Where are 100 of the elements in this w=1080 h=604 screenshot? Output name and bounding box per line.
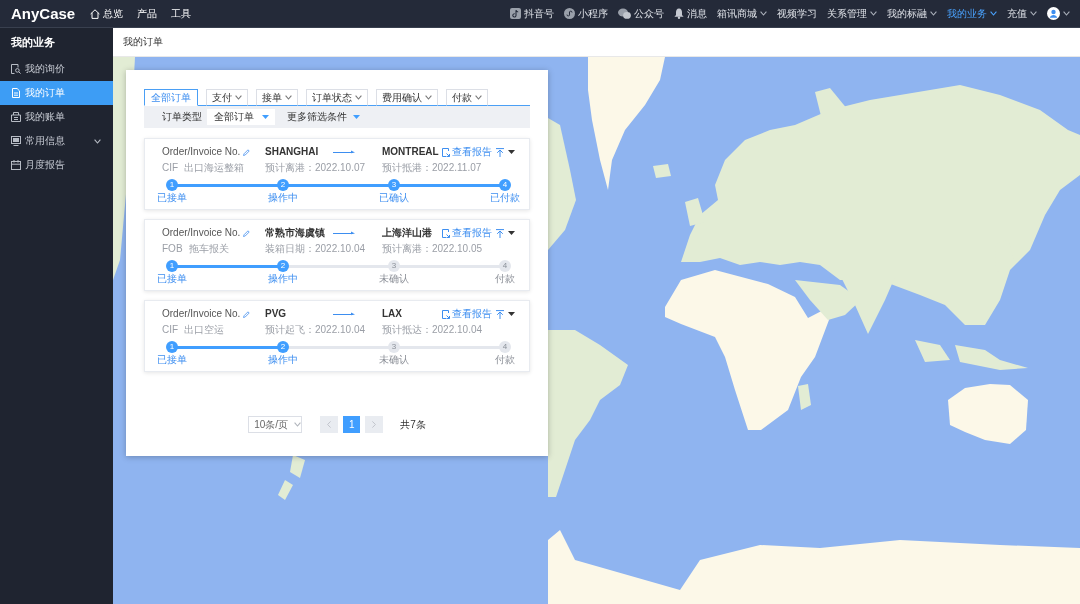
step-number: 3: [388, 260, 400, 272]
nav-link[interactable]: 总览: [83, 6, 131, 21]
sidebar-item[interactable]: 我的询价: [0, 57, 113, 81]
menu-link[interactable]: 充值: [1007, 6, 1037, 21]
arrow-icon: [333, 231, 355, 235]
arrow-to-top-icon: [496, 309, 504, 319]
date-text: 预计离港：2022.10.07: [265, 162, 367, 174]
trade-terms: CIF: [162, 162, 179, 174]
destination-text: 上海洋山港: [382, 227, 432, 239]
step-label: 已接单: [157, 273, 187, 285]
step-label: 操作中: [268, 354, 298, 366]
filter-tab[interactable]: 订单状态: [306, 89, 368, 106]
more-filters-button[interactable]: 更多筛选条件: [287, 110, 360, 124]
caret-down-icon: [353, 115, 360, 119]
date-text: 装箱日期：2022.10.04: [265, 243, 367, 255]
view-report-link[interactable]: 查看报告: [442, 227, 492, 239]
destination-text: MONTREAL: [382, 146, 439, 158]
step-number: 4: [499, 341, 511, 353]
more-button[interactable]: [508, 150, 515, 154]
edit-button[interactable]: [243, 229, 251, 237]
account-button[interactable]: [1047, 7, 1070, 20]
caret-down-icon: [508, 231, 515, 235]
service-type: 拖车报关: [188, 243, 229, 255]
filter-tab[interactable]: 费用确认: [376, 89, 438, 106]
menu-link[interactable]: 我的标融: [887, 6, 937, 21]
quick-link[interactable]: 消息: [674, 6, 707, 21]
home-icon: [90, 8, 101, 19]
date-text: 预计离港：2022.10.05: [382, 243, 484, 255]
step-label: 未确认: [379, 273, 409, 285]
step-number: 1: [166, 179, 178, 191]
more-button[interactable]: [508, 312, 515, 316]
filter-tab[interactable]: 支付: [206, 89, 248, 106]
order-number-label: Order/Invoice No.: [162, 146, 241, 158]
arrow-icon: [333, 150, 355, 154]
filter-tab[interactable]: 接单: [256, 89, 298, 106]
chat-bubbles-icon: [618, 8, 631, 19]
nav-link[interactable]: 产品: [130, 6, 165, 21]
destination-text: LAX: [382, 308, 402, 320]
monitor-icon: [11, 136, 21, 146]
bell-icon: [674, 8, 684, 19]
step-number: 3: [388, 179, 400, 191]
nav-link[interactable]: 工具: [164, 6, 199, 21]
date-text: 预计抵港：2022.11.07: [382, 162, 483, 174]
menu-link[interactable]: 视频学习: [777, 6, 817, 21]
menu-link[interactable]: 关系管理: [827, 6, 877, 21]
trade-terms: CIF: [162, 324, 179, 336]
date-text: 预计起飞：2022.10.04: [265, 324, 367, 336]
quick-link[interactable]: 小程序: [564, 6, 608, 21]
step-number: 3: [388, 341, 400, 353]
step-number: 2: [277, 341, 289, 353]
origin-text: SHANGHAI: [265, 146, 319, 158]
menu-link[interactable]: 我的业务: [947, 6, 997, 21]
arrow-to-top-icon: [496, 228, 504, 238]
link-circle-icon: [564, 8, 575, 19]
caret-down-icon: [262, 115, 269, 119]
pencil-icon: [243, 229, 251, 237]
quick-link[interactable]: 抖音号: [510, 6, 554, 21]
step-label: 已接单: [157, 192, 187, 204]
step-label: 已付款: [490, 192, 520, 204]
music-note-icon: [510, 8, 521, 19]
view-report-link[interactable]: 查看报告: [442, 308, 492, 320]
service-type: 出口空运: [184, 324, 225, 336]
order-number-label: Order/Invoice No.: [162, 227, 241, 239]
view-report-link[interactable]: 查看报告: [442, 146, 492, 158]
sidebar-item[interactable]: 我的账单: [0, 105, 113, 129]
filter-tab[interactable]: 全部订单: [144, 89, 198, 106]
more-button[interactable]: [508, 231, 515, 235]
pencil-icon: [243, 310, 251, 318]
arrow-icon: [333, 312, 355, 316]
chevron-left-icon: [327, 421, 332, 428]
origin-text: 常熟市海虞镇: [265, 227, 325, 239]
caret-down-icon: [508, 150, 515, 154]
step-label: 操作中: [268, 273, 298, 285]
step-label: 已确认: [379, 192, 409, 204]
step-number: 4: [499, 179, 511, 191]
page-title: 我的订单: [123, 35, 163, 49]
document-icon: [11, 88, 21, 98]
edit-button[interactable]: [243, 310, 251, 318]
filter-tab[interactable]: 付款: [446, 89, 488, 106]
order-number-label: Order/Invoice No.: [162, 308, 241, 320]
sidebar-item[interactable]: 常用信息: [0, 129, 113, 153]
sidebar-title: 我的业务: [10, 35, 56, 50]
chevron-down-icon: [294, 422, 302, 427]
chevron-right-icon: [372, 421, 377, 428]
arrow-to-top-icon: [496, 147, 504, 157]
step-label: 未确认: [379, 354, 409, 366]
calendar-icon: [11, 160, 21, 170]
logo[interactable]: AnyCase: [11, 5, 76, 22]
receipt-icon: [11, 112, 21, 122]
date-text: 预计抵达：2022.10.04: [382, 324, 484, 336]
filter-label: 订单类型: [162, 110, 202, 124]
document-icon: [442, 147, 450, 157]
menu-link[interactable]: 箱讯商城: [717, 6, 767, 21]
quick-link[interactable]: 公众号: [618, 6, 664, 21]
service-type: 出口海运整箱: [184, 162, 245, 174]
page-size-select[interactable]: 10条/页: [248, 416, 303, 433]
caret-down-icon: [508, 312, 515, 316]
order-type-select[interactable]: 全部订单: [207, 109, 275, 125]
edit-button[interactable]: [243, 148, 251, 156]
sidebar-item[interactable]: 月度报告: [0, 153, 113, 177]
